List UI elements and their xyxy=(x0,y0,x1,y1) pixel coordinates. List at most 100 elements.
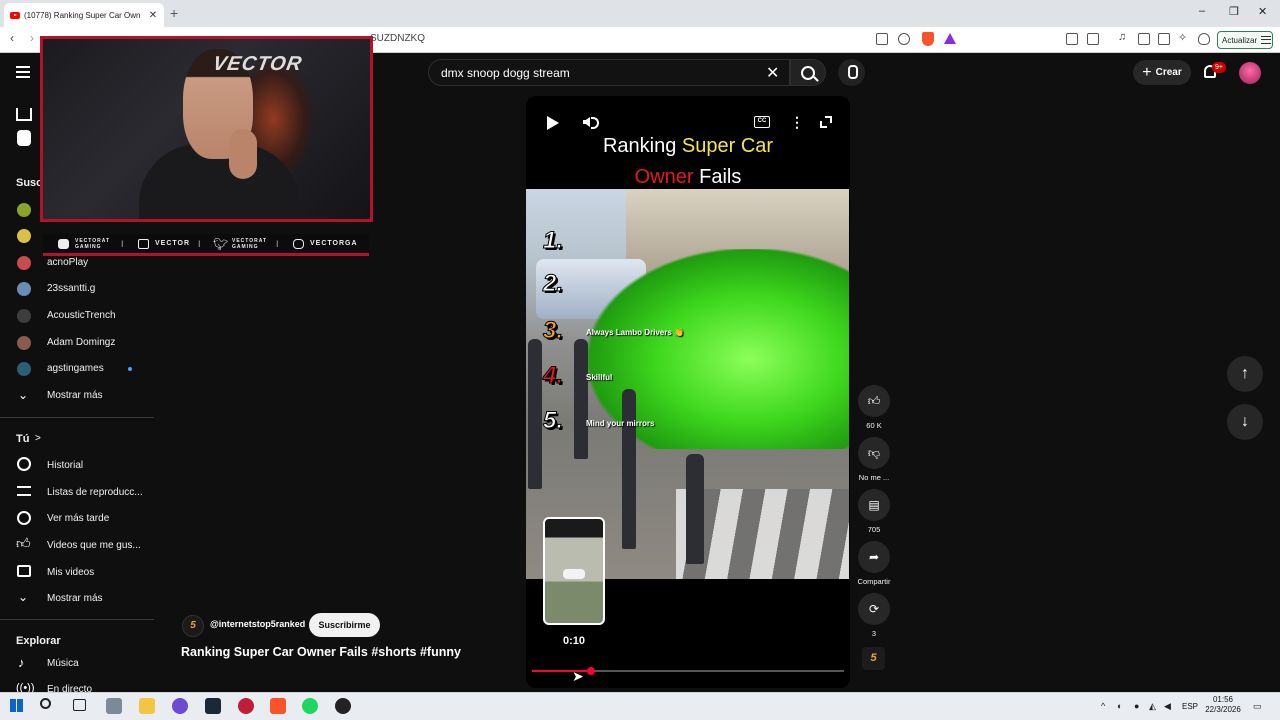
comments-button[interactable]: ▤ xyxy=(858,489,890,521)
taskbar-search-icon[interactable] xyxy=(40,698,51,709)
more-options-icon[interactable]: ⋮ xyxy=(790,114,804,131)
windows-taskbar xyxy=(0,692,1280,720)
rank-number: 1. xyxy=(542,227,564,255)
music-icon[interactable]: ♫ xyxy=(1118,31,1130,43)
sidebar-item-watch-later[interactable]: Ver más tarde xyxy=(47,513,109,524)
forward-icon[interactable]: › xyxy=(30,31,34,45)
subscription-avatar[interactable] xyxy=(17,282,31,296)
sidebar-item-history[interactable]: Historial xyxy=(47,460,83,471)
rank-number: 4. xyxy=(542,362,564,390)
subscribe-button[interactable]: Suscribirme xyxy=(309,613,380,637)
social-separator: I xyxy=(121,239,124,249)
extensions-icon[interactable] xyxy=(1066,33,1078,45)
spotify-icon[interactable] xyxy=(302,698,318,714)
subscription-avatar[interactable] xyxy=(17,203,31,217)
task-view-icon[interactable] xyxy=(73,699,86,711)
file-explorer-icon[interactable] xyxy=(139,698,155,714)
show-more-subscriptions[interactable]: Mostrar más xyxy=(47,390,103,401)
close-tab-icon[interactable]: ✕ xyxy=(148,10,158,21)
search-button[interactable] xyxy=(790,59,826,86)
tray-app-icon[interactable]: ◐ xyxy=(1117,701,1122,711)
network-icon[interactable]: ◭ xyxy=(1149,701,1156,712)
channel-avatar[interactable]: 5 xyxy=(182,615,204,637)
notifications-icon[interactable]: ▭ xyxy=(1253,701,1262,712)
show-more-you[interactable]: Mostrar más xyxy=(47,593,103,604)
sidebar-item-music[interactable]: Música xyxy=(47,658,79,669)
share-button[interactable]: ➦ xyxy=(858,541,890,573)
sidebar-item-liked-videos[interactable]: Videos que me gus... xyxy=(47,540,141,551)
input-language[interactable]: ESP xyxy=(1182,702,1198,711)
subscriptions-heading[interactable]: Susc xyxy=(16,177,42,189)
maximize-button[interactable]: ❐ xyxy=(1229,5,1239,18)
like-button[interactable]: 👍︎ xyxy=(858,385,890,417)
captions-button[interactable]: CC xyxy=(754,116,770,128)
channel-handle[interactable]: @internetstop5ranked xyxy=(210,619,305,629)
next-short-button[interactable]: ↓ xyxy=(1227,404,1263,440)
back-icon[interactable]: ‹ xyxy=(10,31,14,45)
leo-ai-icon[interactable]: ✧ xyxy=(1178,31,1190,44)
subscription-name[interactable]: Adam Domingz xyxy=(47,337,115,348)
chevron-down-icon: ⌄ xyxy=(18,590,29,604)
taskbar-clock[interactable]: 01:56 22/3/2026 xyxy=(1201,695,1245,715)
brave-browser-icon[interactable] xyxy=(270,698,286,714)
home-icon[interactable] xyxy=(16,108,32,121)
discord-icon[interactable] xyxy=(172,698,188,714)
subscription-name[interactable]: AcousticTrench xyxy=(47,310,116,321)
app-icon[interactable] xyxy=(238,698,254,714)
sidebar-item-playlists[interactable]: Listas de reproducc... xyxy=(47,487,143,498)
subscription-name[interactable]: 23ssantti.g xyxy=(47,283,95,294)
subscription-avatar[interactable] xyxy=(17,256,31,270)
scrub-thumbnail-preview xyxy=(543,517,605,625)
app-icon[interactable] xyxy=(106,698,122,714)
previous-short-button[interactable]: ↑ xyxy=(1227,356,1263,392)
vpn-icon[interactable] xyxy=(1198,33,1210,45)
close-window-button[interactable]: ✕ xyxy=(1258,5,1267,18)
menu-icon xyxy=(1261,36,1272,44)
subscription-avatar[interactable] xyxy=(17,362,31,376)
create-button[interactable]: + Crear xyxy=(1133,60,1191,85)
search-box[interactable]: dmx snoop dogg stream xyxy=(428,59,790,86)
share-page-icon[interactable] xyxy=(898,33,910,45)
wallet-icon[interactable] xyxy=(1158,33,1170,45)
browser-tab[interactable]: (10778) Ranking Super Car Own ✕ xyxy=(4,3,164,27)
brave-shield-icon[interactable] xyxy=(922,32,934,46)
new-tab-button[interactable]: + xyxy=(170,5,178,21)
scrub-timestamp: 0:10 xyxy=(562,635,586,647)
search-input[interactable]: dmx snoop dogg stream xyxy=(441,66,570,80)
voice-search-icon[interactable] xyxy=(838,59,865,86)
sidebar-icon[interactable] xyxy=(1138,33,1150,45)
windows-start-icon[interactable] xyxy=(10,699,23,712)
steam-icon[interactable] xyxy=(205,698,221,714)
url-field[interactable]: SUZDNZKQ xyxy=(370,33,425,44)
fullscreen-icon[interactable] xyxy=(820,116,832,128)
subscription-name[interactable]: agstingames xyxy=(47,363,104,374)
microphone-icon[interactable]: ● xyxy=(1134,701,1139,711)
social-label: VECTORGA xyxy=(310,240,358,247)
dislike-button[interactable]: 👎︎ xyxy=(858,437,890,469)
remix-button[interactable]: ⟳ xyxy=(858,593,890,625)
you-heading[interactable]: Tú xyxy=(16,433,29,445)
sidebar-item-your-videos[interactable]: Mis videos xyxy=(47,567,94,578)
brave-rewards-icon[interactable] xyxy=(944,33,956,44)
subscription-avatar[interactable] xyxy=(17,229,31,243)
minimize-button[interactable]: – xyxy=(1199,5,1205,17)
subscription-name[interactable]: acnoPlay xyxy=(47,257,88,268)
cast-icon[interactable] xyxy=(876,33,888,45)
speaker-icon[interactable]: ◀ xyxy=(1164,701,1171,712)
clear-search-icon[interactable]: ✕ xyxy=(766,63,779,83)
short-title[interactable]: Ranking Super Car Owner Fails #shorts #f… xyxy=(181,645,461,659)
screenshot-icon[interactable] xyxy=(1087,33,1099,45)
rank-caption: Mind your mirrors xyxy=(586,419,655,428)
account-avatar[interactable] xyxy=(1239,62,1261,84)
guide-menu-icon[interactable] xyxy=(16,66,30,78)
rank-number: 2. xyxy=(542,270,564,298)
update-button[interactable]: Actualizar xyxy=(1217,31,1273,49)
shorts-icon[interactable] xyxy=(17,130,31,146)
subscription-avatar[interactable] xyxy=(17,336,31,350)
sound-channel-thumbnail[interactable]: 5 xyxy=(862,647,885,670)
play-icon[interactable] xyxy=(547,116,559,130)
tray-chevron-icon[interactable]: ^ xyxy=(1101,701,1105,711)
your-videos-icon xyxy=(17,565,31,577)
obs-icon[interactable] xyxy=(335,698,351,714)
subscription-avatar[interactable] xyxy=(17,309,31,323)
